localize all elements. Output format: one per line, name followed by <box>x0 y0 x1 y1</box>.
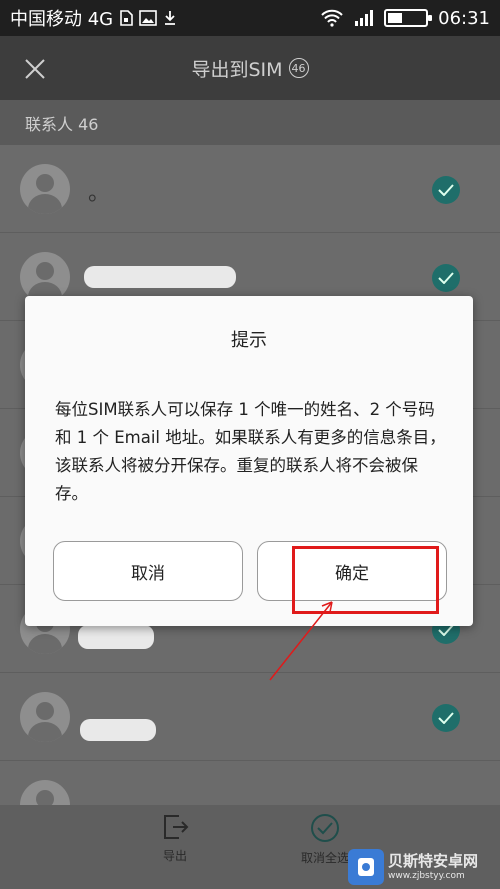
image-icon <box>139 10 157 26</box>
sim-card-icon <box>119 10 133 26</box>
contact-row[interactable]: 。 <box>0 145 500 233</box>
count-badge: 46 <box>288 58 309 78</box>
avatar <box>20 692 70 742</box>
watermark-logo-icon <box>348 849 384 885</box>
dialog-message: 每位SIM联系人可以保存 1 个唯一的姓名、2 个号码和 1 个 Email 地… <box>55 400 446 503</box>
status-left: 中国移动 4G <box>10 5 177 31</box>
export-button[interactable]: 导出 <box>115 813 235 885</box>
export-icon <box>164 815 189 839</box>
download-icon <box>163 10 177 26</box>
checkmark-icon[interactable] <box>432 704 460 732</box>
redacted-name <box>78 625 154 649</box>
section-label: 联系人 46 <box>25 114 99 134</box>
redacted-name <box>80 719 156 741</box>
battery-icon <box>384 9 433 27</box>
carrier-label: 中国移动 4G <box>10 9 114 30</box>
signal-icon <box>354 9 374 27</box>
check-circle-icon <box>311 814 339 842</box>
annotation-arrow-icon <box>269 601 333 681</box>
watermark-text: 贝斯特安卓网 www.zjbstyy.com <box>388 851 479 881</box>
contact-name: 。 <box>88 181 111 206</box>
checkmark-icon[interactable] <box>432 264 460 292</box>
close-button[interactable] <box>20 54 50 84</box>
deselect-all-label: 取消全选 <box>300 851 349 865</box>
watermark-url: www.zjbstyy.com <box>388 870 465 881</box>
cancel-button[interactable]: 取消 <box>53 541 243 601</box>
avatar <box>20 252 70 302</box>
export-label: 导出 <box>162 849 187 863</box>
avatar <box>20 164 70 214</box>
status-bar: 中国移动 4G 06:31 <box>0 0 500 36</box>
status-right: 06:31 <box>320 8 490 29</box>
clock: 06:31 <box>438 7 490 29</box>
app-header: 导出到SIM 46 <box>0 36 500 100</box>
watermark-name: 贝斯特安卓网 <box>388 851 479 870</box>
page-title-group: 导出到SIM 46 <box>191 55 309 82</box>
dialog-title: 提示 <box>231 330 267 351</box>
close-icon <box>25 59 45 79</box>
checkmark-icon[interactable] <box>432 176 460 204</box>
redacted-name <box>84 266 236 288</box>
watermark: 贝斯特安卓网 www.zjbstyy.com <box>348 847 498 887</box>
contacts-section-header: 联系人 46 <box>0 100 500 145</box>
contact-row[interactable] <box>0 673 500 761</box>
wifi-icon <box>320 9 344 27</box>
page-title: 导出到SIM <box>191 58 283 81</box>
